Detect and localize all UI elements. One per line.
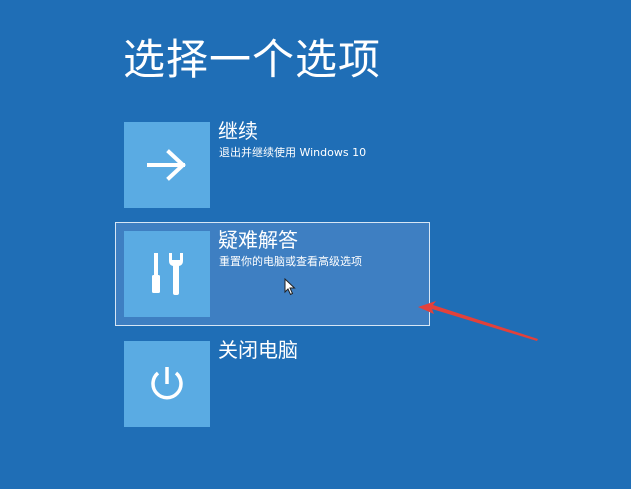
mouse-cursor-icon (284, 278, 296, 296)
arrow-right-icon (147, 149, 186, 181)
annotation-arrow-icon (418, 301, 538, 341)
option-shutdown-tile[interactable] (124, 341, 210, 427)
tools-icon (152, 253, 183, 295)
option-troubleshoot-label: 疑难解答 (218, 228, 298, 252)
option-troubleshoot[interactable]: 疑难解答 重置你的电脑或查看高级选项 (124, 228, 424, 317)
option-troubleshoot-tile[interactable] (124, 231, 210, 317)
option-troubleshoot-description: 重置你的电脑或查看高级选项 (219, 255, 362, 268)
option-continue-label: 继续 (218, 119, 258, 143)
option-continue[interactable]: 继续 退出并继续使用 Windows 10 (124, 119, 424, 208)
page-title: 选择一个选项 (123, 35, 382, 84)
option-shutdown[interactable]: 关闭电脑 (124, 338, 424, 427)
power-icon (151, 367, 183, 400)
option-shutdown-label: 关闭电脑 (218, 338, 298, 362)
option-continue-description: 退出并继续使用 Windows 10 (219, 146, 367, 159)
option-continue-tile[interactable] (124, 122, 210, 208)
